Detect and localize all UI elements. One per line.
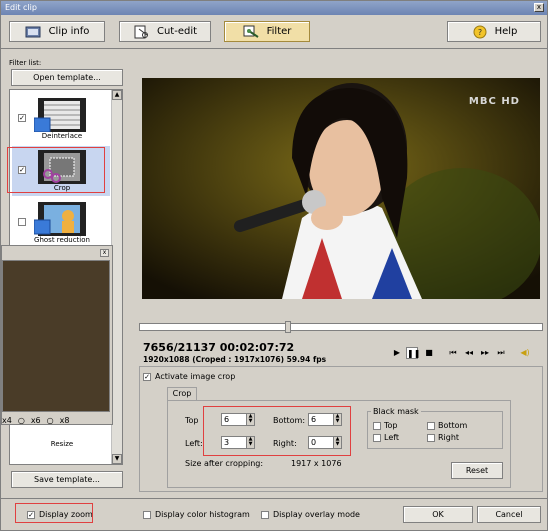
mask-top-option[interactable]: Top (373, 421, 398, 430)
zoom-x4-radio[interactable]: x4 (2, 416, 12, 425)
ghost-reduction-icon (34, 202, 86, 236)
skip-back-icon[interactable]: ⏮ (447, 347, 459, 359)
filter-button[interactable]: Filter (224, 21, 310, 42)
filter-item-label: Ghost reduction (34, 236, 90, 244)
display-overlay-label: Display overlay mode (273, 510, 360, 519)
play-icon[interactable]: ▶ (391, 347, 403, 359)
cut-edit-label: Cut-edit (156, 26, 198, 37)
skip-forward-icon[interactable]: ⏭ (495, 347, 507, 359)
mask-right-checkbox[interactable] (427, 433, 435, 442)
title-bar: Edit clip x (1, 1, 547, 15)
channel-logo: MBC HD (468, 96, 520, 107)
zoom-x6-radio[interactable]: x6 (31, 416, 41, 425)
display-overlay-checkbox[interactable] (261, 510, 269, 519)
filter-label: Filter (266, 26, 292, 37)
help-button[interactable]: ? Help (447, 21, 541, 42)
activate-crop-label: Activate image crop (155, 372, 236, 381)
cut-edit-button[interactable]: Cut-edit (119, 21, 211, 42)
filter-item-label: Resize (50, 440, 74, 448)
volume-icon[interactable]: ◀) (519, 347, 531, 359)
filter-checkbox[interactable]: ✓ (18, 114, 26, 122)
scroll-up-icon[interactable]: ▲ (112, 90, 122, 100)
zoom-popup: x x4 ○ x6 ○ x8 (1, 245, 113, 425)
deinterlace-icon (34, 98, 86, 132)
reset-button[interactable]: Reset (451, 462, 503, 479)
tab-crop[interactable]: Crop (167, 387, 197, 401)
mask-bottom-checkbox[interactable] (427, 421, 435, 430)
scroll-down-icon[interactable]: ▼ (112, 454, 122, 464)
zoom-x8-radio[interactable]: x8 (60, 416, 70, 425)
stop-icon[interactable]: ■ (423, 347, 435, 359)
display-histogram-label: Display color histogram (155, 510, 250, 519)
mask-left-label: Left (384, 433, 400, 442)
clip-info-label: Clip info (48, 26, 90, 37)
mask-bottom-option[interactable]: Bottom (427, 421, 467, 430)
radio-icon[interactable]: ○ (18, 416, 25, 425)
edit-clip-window: Edit clip x Clip info Cut-edit Filter ? … (0, 0, 548, 531)
radio-icon[interactable]: ○ (47, 416, 54, 425)
activate-crop-checkbox[interactable]: ✓ (143, 372, 151, 381)
activate-crop-row[interactable]: ✓ Activate image crop (143, 372, 235, 381)
size-after-label: Size after cropping: (185, 459, 264, 468)
film-icon (25, 26, 41, 37)
save-template-button[interactable]: Save template... (11, 471, 123, 488)
mask-right-option[interactable]: Right (427, 433, 459, 442)
window-title: Edit clip (5, 3, 37, 12)
filter-item-label: Deinterlace (41, 132, 83, 140)
scissors-icon (134, 25, 148, 38)
top-label: Top (185, 416, 199, 425)
mask-top-checkbox[interactable] (373, 421, 381, 430)
mask-left-option[interactable]: Left (373, 433, 399, 442)
filter-checkbox[interactable] (18, 218, 26, 226)
resolution-info: 1920x1088 (Croped : 1917x1076) 59.94 fps (143, 355, 327, 364)
separator (1, 48, 548, 49)
forward-icon[interactable]: ▸▸ (479, 347, 491, 359)
close-icon[interactable]: x (534, 3, 544, 12)
popup-close-icon[interactable]: x (100, 249, 109, 257)
filter-item-deinterlace[interactable]: ✓ Deinterlace (12, 94, 110, 144)
bottom-separator (1, 498, 548, 499)
mask-right-label: Right (438, 433, 460, 442)
filter-item-ghost-reduction[interactable]: Ghost reduction (12, 198, 110, 248)
display-zoom-highlight (15, 503, 93, 523)
zoom-radio-group: x4 ○ x6 ○ x8 (2, 416, 69, 425)
seek-bar[interactable] (139, 321, 543, 333)
zoom-preview (2, 260, 110, 412)
filter-list-label: Filter list: (9, 59, 42, 67)
display-histogram-checkbox[interactable] (143, 510, 151, 519)
video-frame (142, 78, 540, 299)
mask-left-checkbox[interactable] (373, 433, 381, 442)
black-mask-label: Black mask (371, 407, 421, 416)
size-after-value: 1917 x 1076 (291, 459, 342, 468)
pause-icon[interactable]: ❚❚ (406, 347, 420, 359)
filter-icon (243, 25, 259, 38)
frame-counter: 7656/21137 00:02:07:72 (143, 341, 295, 354)
clip-info-button[interactable]: Clip info (9, 21, 105, 42)
crop-values-highlight (203, 406, 351, 456)
video-preview: MBC HD (142, 78, 540, 299)
display-overlay-option[interactable]: Display overlay mode (261, 510, 360, 519)
mask-top-label: Top (384, 421, 398, 430)
rewind-icon[interactable]: ◂◂ (463, 347, 475, 359)
black-mask-group (367, 411, 503, 449)
svg-text:?: ? (477, 28, 481, 37)
seek-thumb[interactable] (284, 321, 291, 333)
cancel-button[interactable]: Cancel (477, 506, 541, 523)
crop-highlight-box (7, 147, 105, 193)
mask-bottom-label: Bottom (438, 421, 468, 430)
help-label: Help (494, 26, 518, 37)
left-label: Left: (185, 439, 203, 448)
open-template-button[interactable]: Open template... (11, 69, 123, 86)
help-icon: ? (473, 25, 487, 38)
display-histogram-option[interactable]: Display color histogram (143, 510, 250, 519)
ok-button[interactable]: OK (403, 506, 473, 523)
